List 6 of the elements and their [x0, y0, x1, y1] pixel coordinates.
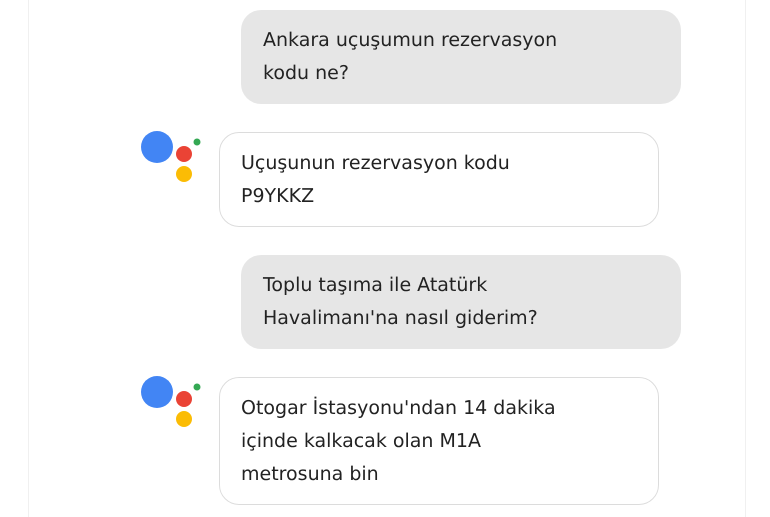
assistant-logo-icon: [140, 374, 202, 430]
user-message: Toplu taşıma ile Atatürk Havalimanı'na nasıl giderim?: [241, 255, 681, 349]
assistant-message: Otogar İstasyonu'ndan 14 dakika içinde kalkacak olan M1A metrosuna bin: [219, 377, 659, 505]
user-message: Ankara uçuşumun rezervasyon kodu ne?: [241, 10, 681, 104]
assistant-message: Uçuşunun rezervasyon kodu P9YKKZ: [219, 132, 659, 227]
assistant-logo-icon: [140, 129, 202, 185]
